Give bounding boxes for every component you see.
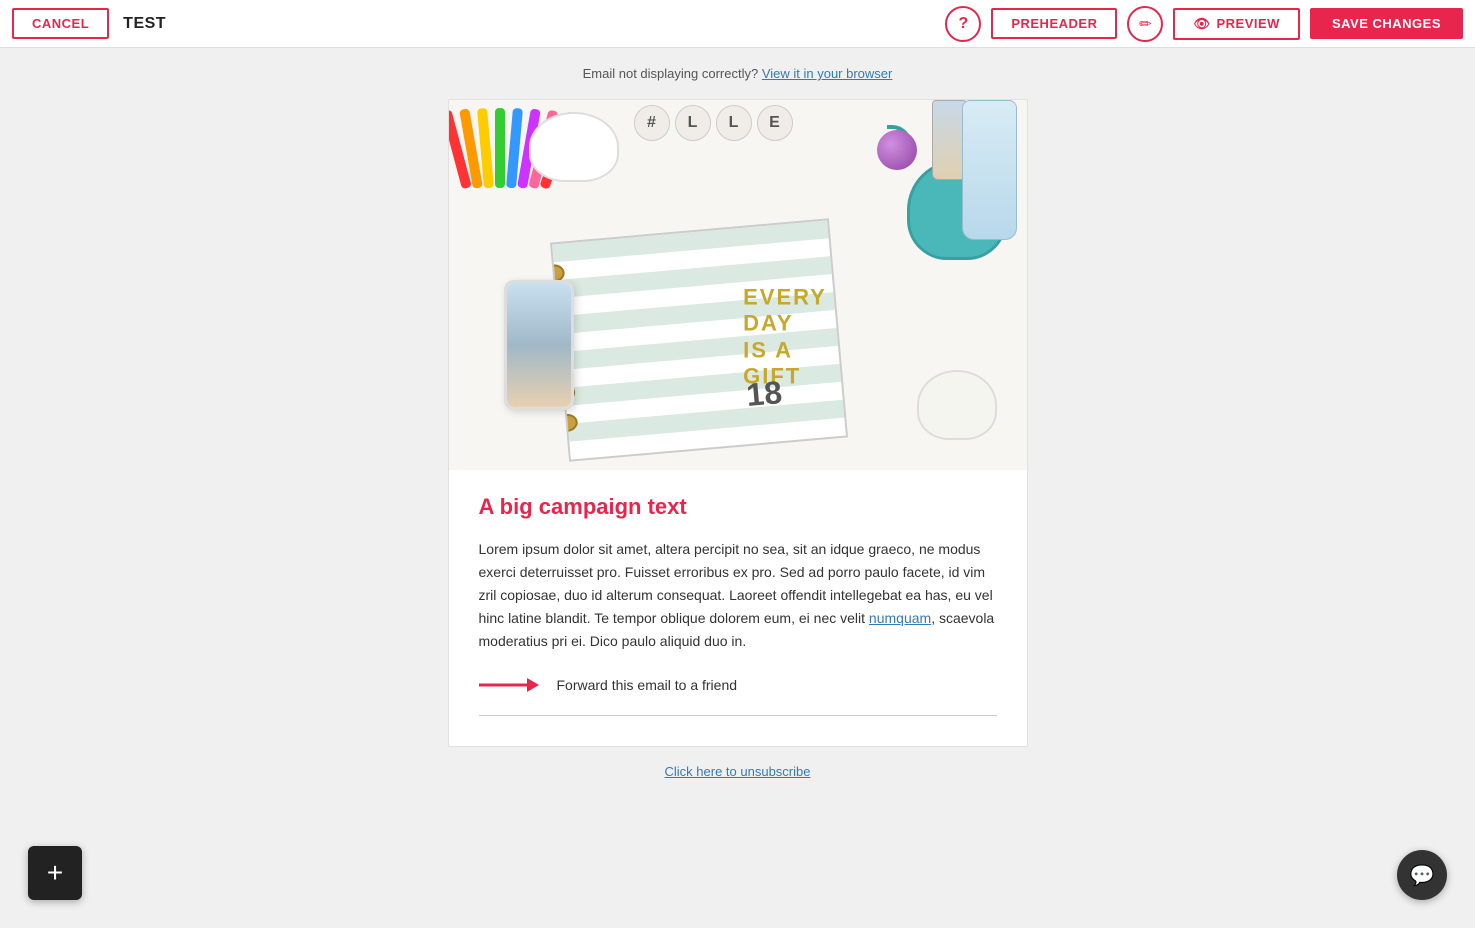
forward-text: Forward this email to a friend: [557, 677, 738, 693]
email-notice-text: Email not displaying correctly?: [583, 66, 759, 81]
cancel-button[interactable]: CANCEL: [12, 8, 109, 39]
top-bar-left: CANCEL TEST: [12, 8, 166, 39]
email-body: A big campaign text Lorem ipsum dolor si…: [449, 470, 1027, 746]
add-icon: +: [47, 859, 63, 887]
top-bar-right: ? PREHEADER ✏ 👁 PREVIEW SAVE CHANGES: [945, 6, 1463, 42]
email-hero-image: # L L E: [449, 100, 1027, 470]
preview-button[interactable]: 👁 PREVIEW: [1173, 8, 1299, 40]
white-cup-bottom-right: [917, 370, 997, 440]
help-button[interactable]: ?: [945, 6, 981, 42]
body-link[interactable]: numquam: [869, 610, 931, 626]
forward-arrow-icon: [479, 673, 539, 697]
main-content: Email not displaying correctly? View it …: [0, 48, 1475, 928]
planner-notebook: EVERYDAYIS AGIFT 18: [549, 218, 847, 462]
planner-inner: EVERYDAYIS AGIFT 18: [549, 218, 847, 462]
fab-chat-button[interactable]: 💬: [1397, 850, 1447, 900]
campaign-heading: A big campaign text: [479, 494, 997, 520]
view-in-browser-link[interactable]: View it in your browser: [762, 66, 893, 81]
ball-l: L: [675, 105, 711, 141]
ball-hash: #: [634, 105, 670, 141]
save-button[interactable]: SAVE CHANGES: [1310, 8, 1463, 39]
top-bar: CANCEL TEST ? PREHEADER ✏ 👁 PREVIEW SAVE…: [0, 0, 1475, 48]
email-card: # L L E: [448, 99, 1028, 747]
preview-label: PREVIEW: [1216, 16, 1279, 31]
forward-row: Forward this email to a friend: [479, 673, 997, 697]
preheader-button[interactable]: PREHEADER: [991, 8, 1117, 39]
arrow-svg: [479, 673, 539, 697]
blue-bottle: [962, 100, 1017, 240]
ball-e: E: [757, 105, 793, 141]
email-notice: Email not displaying correctly? View it …: [583, 66, 893, 81]
fab-add-button[interactable]: +: [28, 846, 82, 900]
chat-icon: 💬: [1410, 863, 1435, 888]
campaign-title: TEST: [123, 15, 166, 33]
phone-screen: [507, 283, 571, 407]
letter-balls: # L L E: [634, 105, 793, 141]
ball-l2: L: [716, 105, 752, 141]
email-footer: Click here to unsubscribe: [448, 747, 1028, 791]
unsubscribe-link[interactable]: Click here to unsubscribe: [665, 764, 811, 779]
pencil-button[interactable]: ✏: [1127, 6, 1163, 42]
phone-decoration: [504, 280, 574, 410]
pencil-icon: ✏: [1139, 15, 1152, 33]
purple-ball: [877, 130, 917, 170]
eye-icon: 👁: [1193, 16, 1210, 32]
body-text: Lorem ipsum dolor sit amet, altera perci…: [479, 538, 997, 653]
email-divider: [479, 715, 997, 716]
white-cup-decoration: [529, 112, 619, 182]
hero-img-inner: # L L E: [449, 100, 1027, 470]
